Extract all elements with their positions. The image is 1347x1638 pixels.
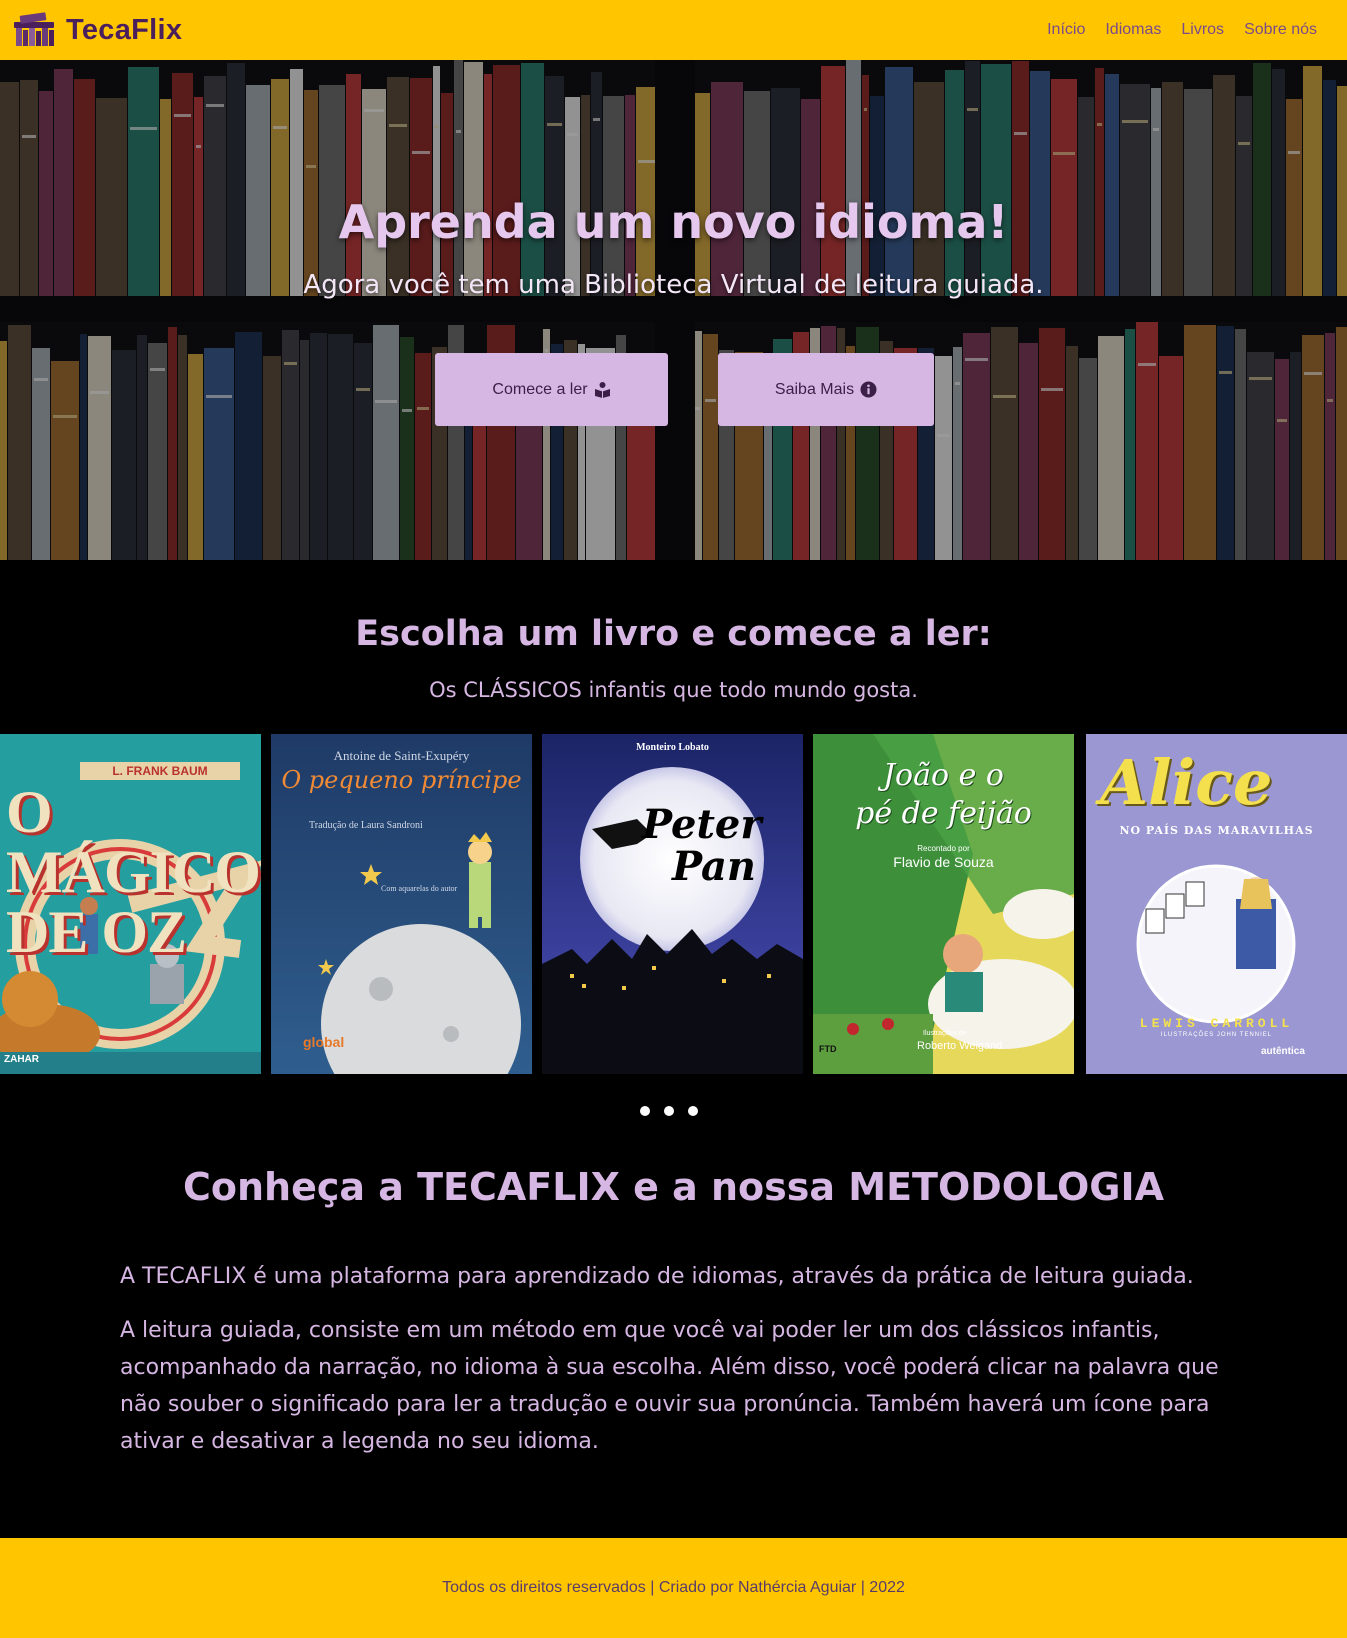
book-reader-icon [594, 381, 611, 398]
book-joao-illustrations: Ilustrações de [923, 1030, 967, 1037]
nav-link-livros[interactable]: Livros [1181, 21, 1224, 39]
book-pp-title: O pequeno príncipe [281, 766, 522, 794]
book-oz-author: L. FRANK BAUM [80, 762, 240, 780]
book-pp-note: Com aquarelas do autor [381, 884, 458, 893]
start-reading-label: Comece a ler [492, 380, 588, 398]
book-cover-pequeno-principe[interactable]: Antoine de Saint-Exupéry O pequeno prínc… [271, 734, 532, 1074]
navbar: TecaFlix Início Idiomas Livros Sobre nós [0, 0, 1347, 60]
book-cover-magico-de-oz[interactable]: L. FRANK BAUM O MÁGICO DE OZ ZAHAR [0, 734, 261, 1074]
book-alice-subtitle: NO PAÍS DAS MARAVILHAS [1119, 824, 1314, 837]
book-oz-title: O MÁGICO DE OZ [6, 779, 261, 965]
carousel-dot-2[interactable] [664, 1106, 674, 1116]
book-alice-title: Alice [1100, 746, 1273, 819]
book-joao-illustrator: Roberto Weigand [917, 1040, 1003, 1052]
book-pan-title-2: Pan [672, 843, 757, 890]
hero-subtitle: Agora você tem uma Biblioteca Virtual de… [303, 270, 1044, 300]
book-joao-title-1: João e o [883, 758, 1004, 793]
books-section-subtitle: Os CLÁSSICOS infantis que todo mundo gos… [429, 678, 918, 702]
about-title: Conheça a TECAFLIX e a nossa METODOLOGIA [182, 1165, 1165, 1209]
about-body: A TECAFLIX é uma plataforma para aprendi… [120, 1258, 1230, 1477]
info-circle-icon [860, 381, 877, 398]
nav-link-sobre[interactable]: Sobre nós [1244, 21, 1317, 39]
book-pan-title-1: Peter [642, 801, 762, 848]
book-joao-publisher: FTD [819, 1044, 837, 1054]
footer-copyright: Todos os direitos reservados | Criado po… [442, 1579, 905, 1596]
book-pp-translator: Tradução de Laura Sandroni [309, 820, 423, 831]
carousel-dot-3[interactable] [688, 1106, 698, 1116]
book-joao-author: Flavio de Souza [893, 854, 994, 870]
hero-title: Aprenda um novo idioma! [338, 195, 1009, 249]
book-cover-joao-e-o-pe-de-feijao[interactable]: João e o pé de feijão Recontado por Flav… [813, 734, 1074, 1074]
learn-more-label: Saiba Mais [774, 380, 855, 398]
book-cover-peter-pan[interactable]: Monteiro Lobato Peter Pan [542, 734, 803, 1074]
about-paragraph-2: A leitura guiada, consiste em um método … [120, 1318, 1219, 1454]
nav-link-inicio[interactable]: Início [1047, 21, 1085, 39]
brand-name: TecaFlix [66, 13, 183, 46]
book-alice-author: LEWIS CARROLL [1139, 1016, 1294, 1031]
about-paragraph-1: A TECAFLIX é uma plataforma para aprendi… [120, 1264, 1194, 1289]
brand[interactable]: TecaFlix [12, 12, 182, 48]
book-pp-author: Antoine de Saint-Exupéry [333, 748, 470, 763]
nav-links: Início Idiomas Livros Sobre nós [1047, 21, 1317, 39]
book-joao-retold: Recontado por [917, 844, 970, 853]
book-cover-alice[interactable]: Alice NO PAÍS DAS MARAVILHAS LEWIS CARRO… [1086, 734, 1347, 1074]
books-section-title: Escolha um livro e comece a ler: [355, 614, 992, 654]
footer: Todos os direitos reservados | Criado po… [0, 1538, 1347, 1638]
learn-more-button[interactable]: Saiba Mais [718, 353, 934, 426]
book-carousel: L. FRANK BAUM O MÁGICO DE OZ ZAHAR Antoi… [0, 734, 1347, 1074]
start-reading-button[interactable]: Comece a ler [435, 353, 668, 426]
book-alice-publisher: autêntica [1261, 1046, 1305, 1057]
books-logo-icon [12, 12, 56, 48]
carousel-dot-1[interactable] [640, 1106, 650, 1116]
book-alice-illustrator: ILUSTRAÇÕES JOHN TENNIEL [1160, 1032, 1273, 1038]
book-oz-publisher: ZAHAR [4, 1054, 39, 1065]
nav-link-idiomas[interactable]: Idiomas [1105, 21, 1161, 39]
book-joao-title-2: pé de feijão [855, 796, 1032, 831]
book-pp-publisher: global [303, 1034, 345, 1050]
book-pan-author: Monteiro Lobato [636, 742, 709, 753]
carousel-indicators [640, 1106, 698, 1116]
hero-banner: Aprenda um novo idioma! Agora você tem u… [0, 60, 1347, 560]
